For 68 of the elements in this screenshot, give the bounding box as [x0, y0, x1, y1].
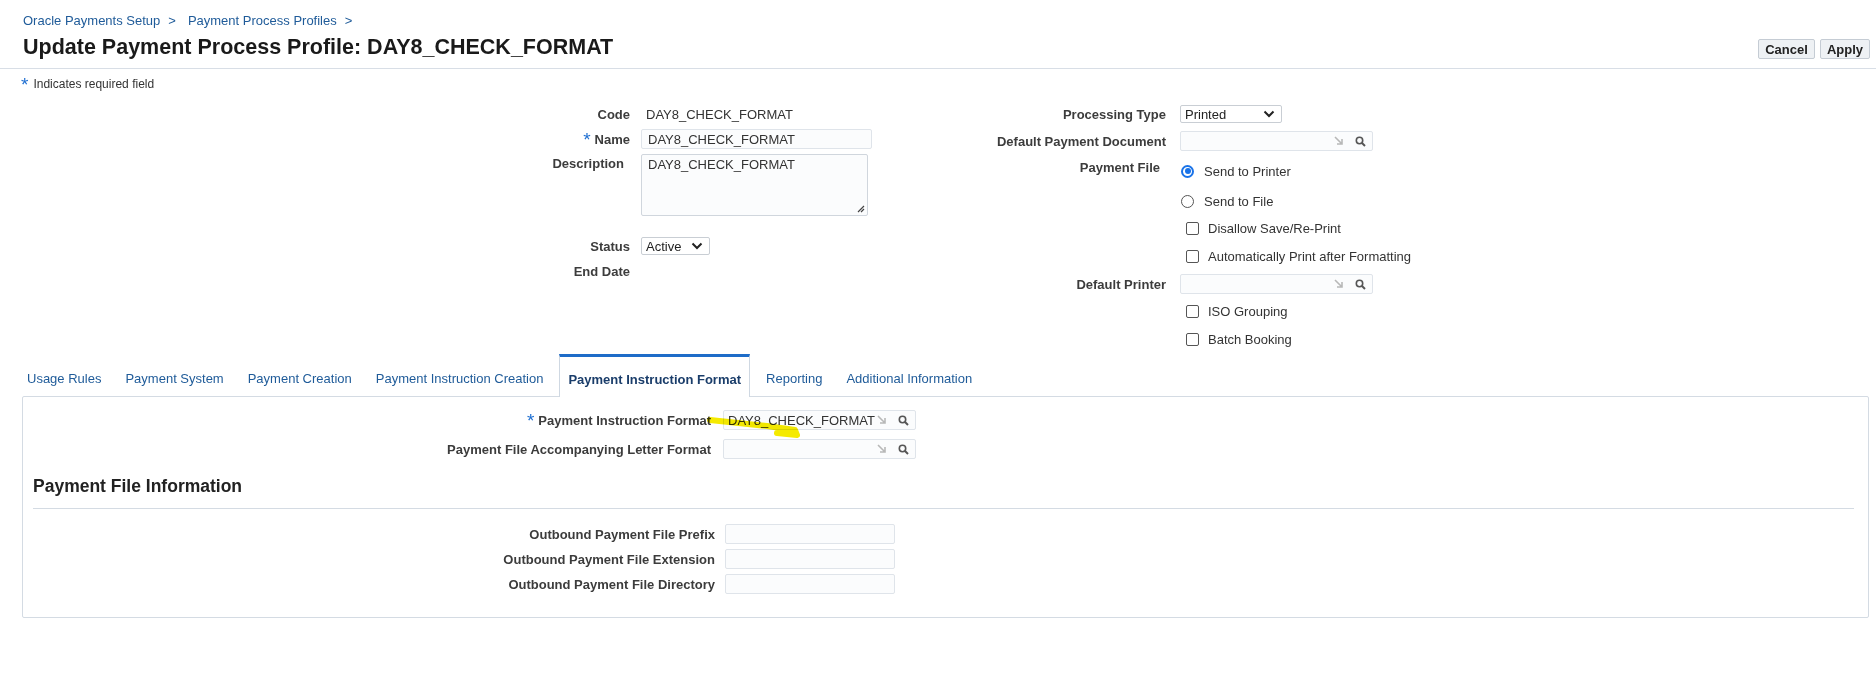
required-mark: * [526, 413, 535, 427]
field-label: Outbound Payment File Prefix [529, 526, 715, 542]
field-label: Payment Instruction Format [538, 412, 711, 428]
field-label: Description [552, 156, 624, 171]
tab[interactable]: Payment Creation [239, 354, 360, 396]
field-label: Status [590, 238, 630, 254]
field-label: Code [597, 106, 630, 122]
section-heading: Payment File Information [33, 474, 1854, 509]
field-label: Payment File Accompanying Letter Format [447, 441, 711, 457]
chevron-icon [691, 242, 704, 250]
field-label: Name [594, 131, 630, 147]
option-label: Batch Booking [1208, 332, 1292, 347]
field-label: Default Printer [1076, 276, 1166, 292]
search-icon[interactable] [1355, 278, 1366, 290]
checkbox[interactable] [1186, 250, 1199, 263]
radio-button[interactable] [1181, 194, 1194, 208]
search-icon[interactable] [1355, 135, 1366, 147]
field-label: Outbound Payment File Extension [503, 551, 715, 567]
text-field[interactable]: DAY8_CHECK_FORMAT [641, 129, 872, 149]
tab[interactable]: Usage Rules [19, 354, 110, 396]
action-button[interactable]: Apply [1819, 39, 1870, 59]
checkbox[interactable] [1186, 305, 1199, 318]
required-mark: * [21, 77, 29, 91]
tab[interactable]: Payment Instruction Creation [367, 354, 552, 396]
resize-grip-icon[interactable] [857, 205, 865, 213]
arrow-icon [1334, 136, 1344, 146]
option-label: ISO Grouping [1208, 304, 1288, 319]
arrow-icon [877, 415, 887, 425]
tab[interactable]: Reporting [758, 354, 831, 396]
tab[interactable]: Additional Information [838, 354, 981, 396]
breadcrumb-separator: > [168, 12, 176, 30]
radio-button[interactable] [1181, 164, 1194, 178]
lookup-field[interactable]: DAY8_CHECK_FORMAT [723, 410, 916, 430]
option-label: Disallow Save/Re-Print [1208, 221, 1341, 236]
arrow-icon [877, 444, 887, 454]
checkbox[interactable] [1186, 333, 1199, 346]
required-note: Indicates required field [33, 77, 155, 91]
action-button[interactable]: Cancel [1758, 39, 1815, 59]
dropdown[interactable]: Printed [1180, 105, 1282, 123]
breadcrumb-link[interactable]: Payment Process Profiles [187, 11, 337, 31]
chevron-icon [1263, 110, 1275, 118]
lookup-field[interactable] [1180, 274, 1373, 294]
field-label: Outbound Payment File Directory [508, 576, 715, 592]
arrow-icon [1334, 279, 1344, 289]
option-label: Automatically Print after Formatting [1208, 249, 1412, 264]
text-field[interactable] [725, 574, 895, 594]
text-field[interactable] [725, 549, 895, 569]
page-title: Update Payment Process Profile: DAY8_CHECK_FORMAT [23, 34, 614, 61]
lookup-field[interactable] [723, 439, 916, 459]
breadcrumb-separator: > [344, 12, 353, 30]
search-icon[interactable] [898, 414, 909, 426]
search-icon[interactable] [898, 443, 909, 455]
tab[interactable]: Payment Instruction Format [559, 354, 751, 397]
field-label: Default Payment Document [996, 133, 1166, 149]
checkbox[interactable] [1186, 222, 1199, 235]
text-field[interactable] [725, 524, 895, 544]
field-label: End Date [573, 263, 630, 279]
breadcrumb-link[interactable]: Oracle Payments Setup [23, 11, 161, 31]
field-label: Payment File [1079, 160, 1160, 175]
tab[interactable]: Payment System [117, 354, 232, 396]
required-mark: * [583, 132, 591, 146]
dropdown[interactable]: Active [641, 237, 711, 255]
field-label: Processing Type [1062, 106, 1166, 122]
option-label: Send to File [1204, 193, 1274, 209]
lookup-field[interactable] [1180, 131, 1373, 151]
option-label: Send to Printer [1204, 163, 1291, 179]
text-area[interactable]: DAY8_CHECK_FORMAT [641, 154, 868, 216]
field-value: DAY8_CHECK_FORMAT [645, 106, 793, 122]
